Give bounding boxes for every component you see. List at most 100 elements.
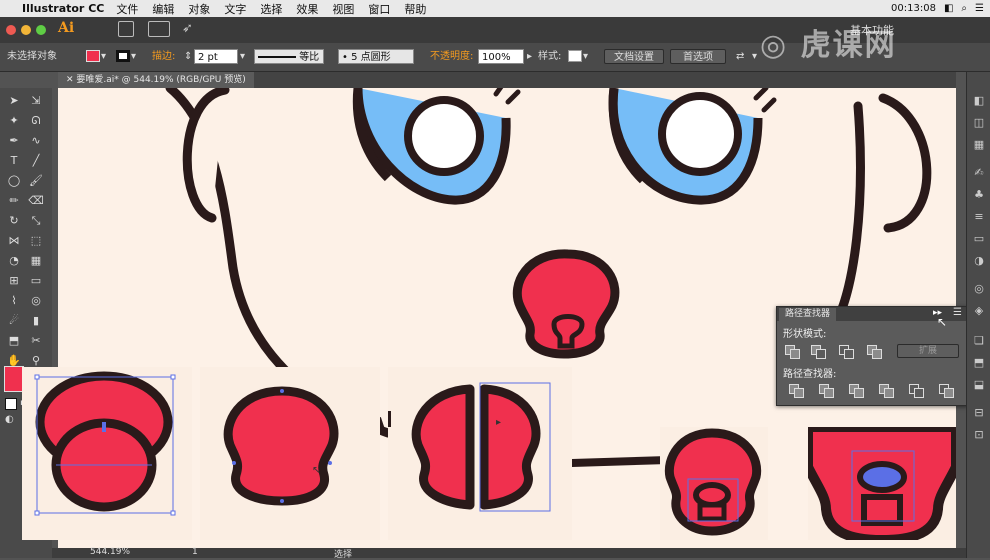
stroke-swatch[interactable] [116,50,130,62]
width-tool-icon[interactable]: ⋈ [5,232,23,250]
zoom-field[interactable]: 544.19% [90,547,130,557]
fill-dropdown-icon[interactable]: ▾ [101,49,106,64]
preferences-button[interactable]: 首选项 [670,49,726,64]
graphic-styles-panel-icon[interactable]: ◈ [972,304,986,318]
menu-type[interactable]: 文字 [224,1,246,17]
document-setup-button[interactable]: 文档设置 [604,49,664,64]
eyedropper-tool-icon[interactable]: ⌇ [5,292,23,310]
menu-select[interactable]: 选择 [260,1,282,17]
menu-object[interactable]: 对象 [188,1,210,17]
crop-button[interactable] [879,384,895,398]
align-panel-icon[interactable]: ⊟ [972,406,986,420]
minus-front-button[interactable] [811,345,827,359]
selection-tool-icon[interactable]: ➤ [5,92,23,110]
default-colors-icon[interactable] [5,398,17,410]
graphic-style-swatch[interactable] [568,50,582,62]
bridge-icon[interactable] [118,21,134,37]
rotate-tool-icon[interactable]: ↻ [5,212,23,230]
appearance-panel-icon[interactable]: ◎ [972,282,986,296]
ellipse-tool-icon[interactable]: ◯ [5,172,23,190]
gradient-panel-icon[interactable]: ▭ [972,232,986,246]
brush-definition[interactable]: • 5 点圆形 [338,49,414,64]
variable-width-profile[interactable]: 等比 [254,49,324,64]
slice-tool-icon[interactable]: ✂ [27,332,45,350]
window-close-button[interactable] [6,25,16,35]
asset-export-panel-icon[interactable]: ⬓ [972,378,986,392]
scale-tool-icon[interactable]: ⤡ [27,212,45,230]
menu-window[interactable]: 窗口 [368,1,390,17]
stroke-stepper-icon[interactable]: ⇕ [184,49,192,64]
mesh-tool-icon[interactable]: ⊞ [5,272,23,290]
menu-effect[interactable]: 效果 [296,1,318,17]
merge-button[interactable] [849,384,865,398]
magic-wand-tool-icon[interactable]: ✦ [5,112,23,130]
pen-tool-icon[interactable]: ✒ [5,132,23,150]
curvature-tool-icon[interactable]: ∿ [27,132,45,150]
unite-button[interactable] [785,345,801,359]
style-dropdown-icon[interactable]: ▾ [583,49,588,64]
pencil-tool-icon[interactable]: ✏ [5,192,23,210]
color-panel-icon[interactable]: ◧ [972,94,986,108]
pathfinder-tab[interactable]: 路径查找器 [779,308,837,321]
step2-anchor [328,461,332,465]
perspective-grid-tool-icon[interactable]: ▦ [27,252,45,270]
panel-menu-icon[interactable]: ☰ [953,307,962,318]
transparency-panel-icon[interactable]: ◑ [972,254,986,268]
blend-tool-icon[interactable]: ◎ [27,292,45,310]
paintbrush-tool-icon[interactable]: 🖌 [27,172,45,190]
stroke-dropdown-icon[interactable]: ▾ [131,49,136,64]
swatches-panel-icon[interactable]: ▦ [972,138,986,152]
gradient-tool-icon[interactable]: ▭ [27,272,45,290]
menu-view[interactable]: 视图 [332,1,354,17]
draw-mode-icon[interactable]: ◐ [5,414,14,425]
line-tool-icon[interactable]: ╱ [27,152,45,170]
app-menu[interactable]: Illustrator CC [22,2,104,15]
symbol-sprayer-tool-icon[interactable]: ☄ [5,312,23,330]
stroke-weight-dropdown-icon[interactable]: ▾ [240,49,245,64]
stroke-panel-icon[interactable]: ≡ [972,210,986,224]
artboard-tool-icon[interactable]: ⬒ [5,332,23,350]
trim-button[interactable] [819,384,835,398]
window-minimize-button[interactable] [21,25,31,35]
menu-help[interactable]: 帮助 [404,1,426,17]
column-graph-tool-icon[interactable]: ▮ [27,312,45,330]
tab-close-icon[interactable]: ✕ [66,75,76,85]
menu-edit[interactable]: 编辑 [152,1,174,17]
brushes-panel-icon[interactable]: ✍ [972,166,986,180]
document-tab[interactable]: ✕ 要唯爱.ai* @ 544.19% (RGB/GPU 预览) [58,72,254,88]
color-guide-panel-icon[interactable]: ◫ [972,116,986,130]
gpu-rocket-icon[interactable]: ➶ [182,21,193,36]
exclude-button[interactable] [867,345,883,359]
expand-button[interactable]: 扩展 [897,344,959,358]
spotlight-icon[interactable]: ⌕ [961,3,967,14]
type-tool-icon[interactable]: T [5,152,23,170]
fill-color-box[interactable] [4,366,24,392]
minus-back-button[interactable] [939,384,955,398]
symbols-panel-icon[interactable]: ♣ [972,188,986,202]
outline-button[interactable] [909,384,925,398]
align-icon[interactable]: ⇄ [736,49,744,64]
opacity-field[interactable]: 100% [478,49,524,64]
intersect-button[interactable] [839,345,855,359]
eraser-tool-icon[interactable]: ⌫ [27,192,45,210]
shape-builder-tool-icon[interactable]: ◔ [5,252,23,270]
selection-status: 未选择对象 [7,51,57,62]
control-menu-icon[interactable]: ▾ [752,49,757,64]
window-zoom-button[interactable] [36,25,46,35]
artboard-number-field[interactable]: 1 [192,547,198,557]
lasso-tool-icon[interactable]: ᘏ [27,112,45,130]
stroke-weight-field[interactable]: 2 pt [194,49,238,64]
layers-panel-icon[interactable]: ❏ [972,334,986,348]
fill-swatch[interactable] [86,50,100,62]
artboards-panel-icon[interactable]: ⬒ [972,356,986,370]
arrange-documents-icon[interactable] [148,21,170,37]
menubar-status-icon[interactable]: ◧ [944,3,953,14]
menu-file[interactable]: 文件 [116,1,138,17]
free-transform-tool-icon[interactable]: ⬚ [27,232,45,250]
notification-icon[interactable]: ☰ [975,3,984,14]
direct-selection-tool-icon[interactable]: ⇲ [27,92,45,110]
opacity-dropdown-icon[interactable]: ▸ [527,49,532,64]
transform-panel-icon[interactable]: ⊡ [972,428,986,442]
divide-button[interactable] [789,384,805,398]
clock-text: 00:13:08 [891,3,936,14]
